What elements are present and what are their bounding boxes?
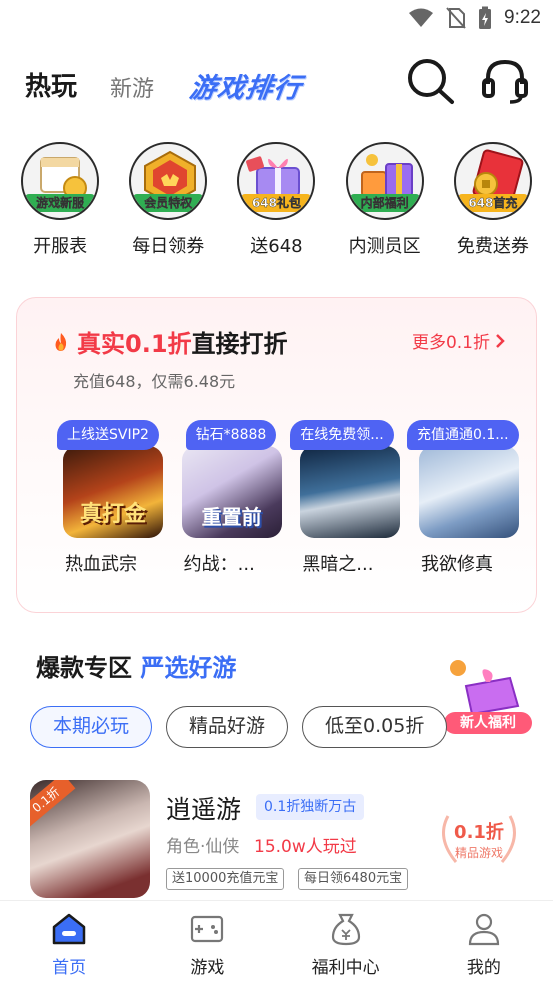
status-time: 9:22 — [504, 7, 541, 28]
gift-box-icon: 648礼包 — [237, 142, 316, 220]
featured-game-name: 逍遥游 — [166, 795, 242, 824]
nav-games[interactable]: 游戏 — [138, 901, 276, 983]
nav-profile[interactable]: 我的 — [415, 901, 553, 983]
discount-card-title: 真实0.1折 直接打折 — [51, 324, 288, 359]
nav-home[interactable]: 首页 — [0, 901, 138, 983]
game-cover: 真打金 — [63, 446, 163, 538]
search-icon[interactable] — [405, 56, 455, 106]
chevron-right-icon — [496, 333, 505, 348]
discount-game-item[interactable]: 上线送SVIP2 真打金 热血武宗 — [57, 420, 171, 575]
top-header: 热玩 新游 游戏排行 — [0, 54, 553, 114]
quick-entries: 游戏新服 开服表 会员特权 每日领券 648礼包 送648 内部福利 内测员区 … — [0, 142, 553, 262]
nav-label: 我的 — [466, 958, 501, 978]
nav-label: 福利中心 — [311, 958, 380, 978]
quick-ribbon: 游戏新服 — [25, 194, 96, 212]
filter-chip-must-play[interactable]: 本期必玩 — [30, 706, 153, 748]
discount-more-link[interactable]: 更多0.1折 — [412, 328, 506, 353]
quick-ribbon: 会员特权 — [133, 194, 204, 212]
game-name: 约战：... — [183, 554, 255, 575]
game-cover — [418, 446, 519, 538]
home-icon — [52, 913, 86, 945]
quick-entry-server-list[interactable]: 游戏新服 开服表 — [8, 142, 112, 262]
game-promo-tag: 钻石*8888 — [185, 420, 277, 450]
quick-label: 开服表 — [33, 236, 88, 257]
quality-laurel-badge: 0.1折 精品游戏 — [434, 808, 524, 868]
game-promo-tag: 充值通通0.1... — [406, 420, 519, 450]
discount-game-list: 上线送SVIP2 真打金 热血武宗 钻石*8888 重置前 约战：... 在线免… — [57, 420, 527, 575]
game-promo-tag: 上线送SVIP2 — [57, 420, 159, 450]
no-sim-icon — [446, 7, 466, 29]
game-cover: 重置前 — [181, 446, 282, 538]
customer-service-icon[interactable] — [480, 56, 530, 106]
featured-game-cover: 0.1折 — [30, 780, 150, 898]
featured-game[interactable]: 0.1折 逍遥游 0.1折独断万古 角色·仙侠 15.0w人玩过 送10000充… — [30, 780, 540, 898]
tab-hot[interactable]: 热玩 — [25, 66, 77, 103]
bottom-nav: 首页 游戏 福利中心 我的 — [0, 900, 553, 983]
quick-ribbon: 内部福利 — [349, 194, 420, 212]
laurel-sub: 精品游戏 — [454, 846, 503, 860]
calendar-icon: 游戏新服 — [21, 142, 100, 220]
nav-welfare[interactable]: 福利中心 — [277, 901, 415, 983]
discount-card: 真实0.1折 直接打折 更多0.1折 充值648，仅需6.48元 上线送SVIP… — [16, 297, 537, 613]
game-name: 我欲修真 — [420, 554, 493, 575]
hot-section-title-highlight: 严选好游 — [140, 654, 237, 682]
quick-entry-free-coupon[interactable]: 648首充 免费送券 — [441, 142, 545, 262]
filter-chips: 本期必玩 精品好游 低至0.05折 — [30, 706, 553, 750]
money-bag-icon — [331, 913, 360, 946]
gamepad-icon — [191, 915, 224, 943]
fire-icon — [55, 332, 67, 351]
cover-corner-badge: 0.1折 — [30, 780, 76, 827]
gift-tag: 送10000充值元宝 — [166, 868, 285, 890]
battery-icon — [479, 6, 492, 29]
filter-chip-low-discount[interactable]: 低至0.05折 — [302, 706, 448, 748]
game-cover-text: 重置前 — [201, 505, 262, 529]
featured-game-badge: 0.1折独断万古 — [256, 794, 365, 820]
laurel-main: 0.1折 — [454, 822, 504, 843]
nav-label: 首页 — [52, 958, 87, 978]
quick-label: 送648 — [250, 236, 303, 257]
tab-ranking[interactable]: 游戏排行 — [187, 66, 304, 105]
hot-section-title: 爆款专区 严选好游 — [36, 648, 236, 683]
discount-title-rest: 直接打折 — [191, 330, 288, 358]
hot-section-title-main: 爆款专区 — [36, 654, 132, 682]
discount-title-highlight: 真实0.1折 — [77, 330, 192, 358]
game-cover — [300, 446, 401, 538]
gift-tag: 每日领6480元宝 — [298, 868, 409, 890]
vip-badge-icon: 会员特权 — [129, 142, 208, 220]
quick-entry-beta-zone[interactable]: 内部福利 内测员区 — [333, 142, 437, 262]
quick-ribbon: 648礼包 — [241, 194, 312, 212]
discount-game-item[interactable]: 钻石*8888 重置前 约战：... — [176, 420, 290, 575]
nav-label: 游戏 — [190, 958, 225, 978]
wifi-icon — [409, 8, 434, 27]
status-bar: 9:22 — [0, 0, 553, 36]
featured-game-category: 角色·仙侠 — [166, 837, 240, 857]
quick-ribbon: 648首充 — [457, 194, 528, 212]
user-icon — [468, 913, 499, 946]
quick-entry-send-648[interactable]: 648礼包 送648 — [224, 142, 328, 262]
gift-boxes-icon: 内部福利 — [345, 142, 424, 220]
discount-subtitle: 充值648，仅需6.48元 — [73, 372, 236, 391]
tab-new[interactable]: 新游 — [110, 71, 154, 103]
discount-more-label: 更多0.1折 — [411, 333, 490, 353]
game-name: 黑暗之... — [302, 554, 374, 575]
featured-game-players: 15.0w人玩过 — [254, 837, 357, 857]
game-name: 热血武宗 — [65, 554, 137, 575]
quick-label: 内测员区 — [348, 236, 421, 257]
discount-game-item[interactable]: 充值通通0.1... 我欲修真 — [406, 420, 527, 575]
red-envelope-icon: 648首充 — [453, 142, 532, 220]
quick-label: 免费送券 — [456, 236, 529, 257]
discount-game-item[interactable]: 在线免费领... 黑暗之... — [290, 420, 408, 575]
quick-entry-daily-coupon[interactable]: 会员特权 每日领券 — [116, 142, 220, 262]
game-cover-text: 真打金 — [79, 502, 146, 527]
quick-label: 每日领券 — [132, 236, 205, 257]
filter-chip-quality[interactable]: 精品好游 — [166, 706, 289, 748]
game-promo-tag: 在线免费领... — [290, 420, 394, 450]
